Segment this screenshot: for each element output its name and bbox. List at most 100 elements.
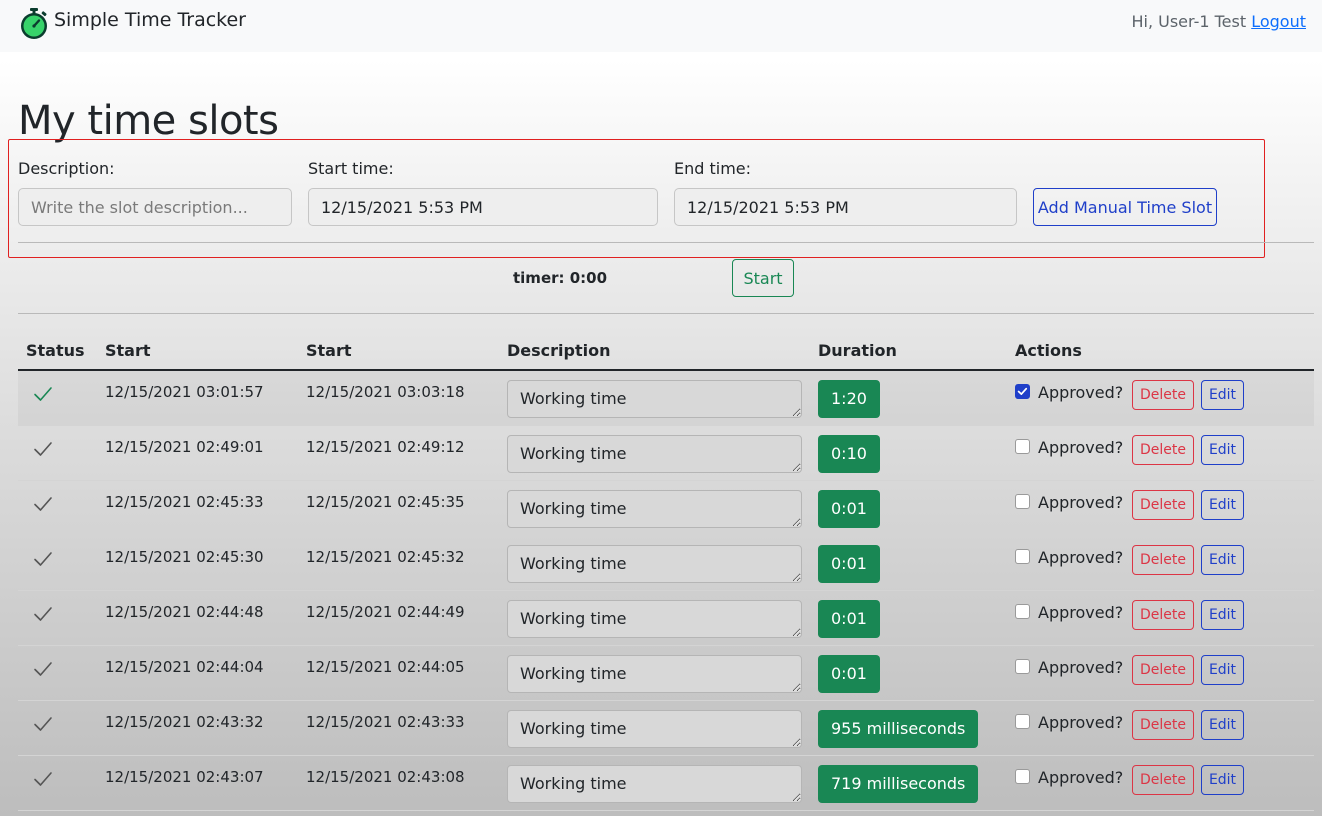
approved-checkbox[interactable] — [1015, 439, 1030, 454]
divider — [18, 313, 1314, 314]
description-textarea[interactable] — [507, 435, 802, 473]
delete-button[interactable]: Delete — [1132, 380, 1194, 410]
table-row: 12/15/2021 02:44:04 12/15/2021 02:44:05 … — [18, 646, 1314, 701]
duration-badge: 0:01 — [818, 600, 880, 638]
end-time-cell: 12/15/2021 02:44:49 — [306, 603, 465, 621]
description-textarea[interactable] — [507, 600, 802, 638]
start-time-label: Start time: — [308, 159, 394, 178]
approved-checkbox[interactable] — [1015, 549, 1030, 564]
approved-label: Approved? — [1038, 658, 1124, 677]
table-row: 12/15/2021 02:45:30 12/15/2021 02:45:32 … — [18, 536, 1314, 591]
approved-label: Approved? — [1038, 713, 1124, 732]
end-time-cell: 12/15/2021 03:03:18 — [306, 383, 465, 401]
approved-checkbox[interactable] — [1015, 494, 1030, 509]
approved-label: Approved? — [1038, 493, 1124, 512]
duration-badge: 0:01 — [818, 655, 880, 693]
add-manual-time-slot-button[interactable]: Add Manual Time Slot — [1033, 188, 1217, 226]
description-input[interactable] — [18, 188, 292, 226]
duration-badge: 0:10 — [818, 435, 880, 473]
end-time-cell: 12/15/2021 02:49:12 — [306, 438, 465, 456]
edit-button[interactable]: Edit — [1201, 380, 1244, 410]
edit-button[interactable]: Edit — [1201, 710, 1244, 740]
start-time-cell: 12/15/2021 02:43:07 — [105, 768, 264, 786]
approved-checkbox[interactable] — [1015, 604, 1030, 619]
edit-button[interactable]: Edit — [1201, 490, 1244, 520]
end-time-cell: 12/15/2021 02:45:35 — [306, 493, 465, 511]
table-body: 12/15/2021 03:01:57 12/15/2021 03:03:18 … — [18, 371, 1314, 811]
start-time-cell: 12/15/2021 02:44:48 — [105, 603, 264, 621]
check-icon — [1017, 387, 1028, 395]
check-icon — [34, 552, 52, 566]
edit-button[interactable]: Edit — [1201, 545, 1244, 575]
user-area: Hi, User-1 Test Logout — [1131, 12, 1306, 31]
delete-button[interactable]: Delete — [1132, 765, 1194, 795]
start-time-cell: 12/15/2021 02:49:01 — [105, 438, 264, 456]
approved-checkbox[interactable] — [1015, 384, 1030, 399]
header-end: Start — [306, 341, 352, 360]
duration-badge: 719 milliseconds — [818, 765, 979, 803]
check-icon — [34, 387, 52, 401]
delete-button[interactable]: Delete — [1132, 545, 1194, 575]
approved-label: Approved? — [1038, 383, 1124, 402]
approved-label: Approved? — [1038, 603, 1124, 622]
start-time-cell: 12/15/2021 03:01:57 — [105, 383, 264, 401]
start-time-cell: 12/15/2021 02:44:04 — [105, 658, 264, 676]
start-time-cell: 12/15/2021 02:45:33 — [105, 493, 264, 511]
table-row: 12/15/2021 02:43:07 12/15/2021 02:43:08 … — [18, 756, 1314, 811]
brand[interactable]: Simple Time Tracker — [18, 6, 246, 42]
divider — [18, 242, 1314, 243]
edit-button[interactable]: Edit — [1201, 765, 1244, 795]
start-timer-button[interactable]: Start — [732, 259, 794, 297]
time-slots-table: Status Start Start Description Duration … — [18, 333, 1314, 811]
brand-title: Simple Time Tracker — [54, 9, 246, 31]
header-start: Start — [105, 341, 151, 360]
approved-label: Approved? — [1038, 438, 1124, 457]
delete-button[interactable]: Delete — [1132, 710, 1194, 740]
approved-label: Approved? — [1038, 548, 1124, 567]
description-label: Description: — [18, 159, 115, 178]
description-textarea[interactable] — [507, 490, 802, 528]
delete-button[interactable]: Delete — [1132, 490, 1194, 520]
check-icon — [34, 607, 52, 621]
check-icon — [34, 442, 52, 456]
page-title: My time slots — [18, 98, 279, 144]
approved-checkbox[interactable] — [1015, 659, 1030, 674]
table-row: 12/15/2021 02:44:48 12/15/2021 02:44:49 … — [18, 591, 1314, 646]
edit-button[interactable]: Edit — [1201, 655, 1244, 685]
edit-button[interactable]: Edit — [1201, 435, 1244, 465]
duration-badge: 0:01 — [818, 490, 880, 528]
check-icon — [34, 717, 52, 731]
duration-badge: 0:01 — [818, 545, 880, 583]
table-row: 12/15/2021 03:01:57 12/15/2021 03:03:18 … — [18, 371, 1314, 426]
check-icon — [34, 662, 52, 676]
check-icon — [34, 497, 52, 511]
description-textarea[interactable] — [507, 710, 802, 748]
end-time-input[interactable] — [674, 188, 1017, 226]
header-actions: Actions — [1015, 341, 1082, 360]
delete-button[interactable]: Delete — [1132, 600, 1194, 630]
approved-checkbox[interactable] — [1015, 714, 1030, 729]
end-time-cell: 12/15/2021 02:43:33 — [306, 713, 465, 731]
approved-label: Approved? — [1038, 768, 1124, 787]
check-icon — [34, 772, 52, 786]
table-row: 12/15/2021 02:45:33 12/15/2021 02:45:35 … — [18, 481, 1314, 536]
header-duration: Duration — [818, 341, 897, 360]
table-row: 12/15/2021 02:43:32 12/15/2021 02:43:33 … — [18, 701, 1314, 756]
start-time-cell: 12/15/2021 02:45:30 — [105, 548, 264, 566]
timer-display: timer: 0:00 — [513, 269, 608, 287]
delete-button[interactable]: Delete — [1132, 655, 1194, 685]
description-textarea[interactable] — [507, 380, 802, 418]
edit-button[interactable]: Edit — [1201, 600, 1244, 630]
approved-checkbox[interactable] — [1015, 769, 1030, 784]
delete-button[interactable]: Delete — [1132, 435, 1194, 465]
logout-link[interactable]: Logout — [1251, 12, 1306, 31]
description-textarea[interactable] — [507, 655, 802, 693]
navbar: Simple Time Tracker Hi, User-1 Test Logo… — [0, 0, 1322, 52]
description-textarea[interactable] — [507, 765, 802, 803]
end-time-cell: 12/15/2021 02:43:08 — [306, 768, 465, 786]
table-row: 12/15/2021 02:49:01 12/15/2021 02:49:12 … — [18, 426, 1314, 481]
start-time-input[interactable] — [308, 188, 658, 226]
header-description: Description — [507, 341, 611, 360]
duration-badge: 1:20 — [818, 380, 880, 418]
description-textarea[interactable] — [507, 545, 802, 583]
